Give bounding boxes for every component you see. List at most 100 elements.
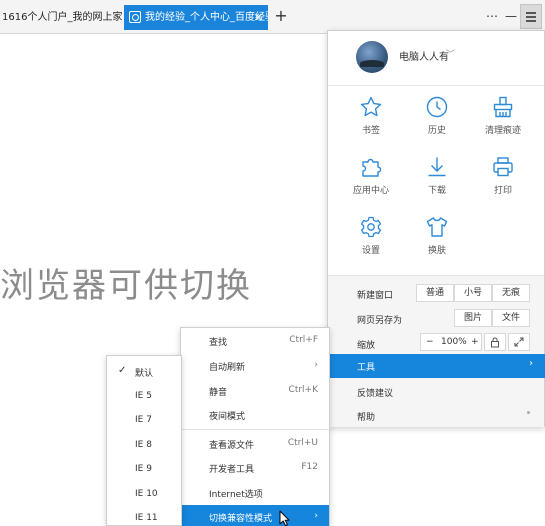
mouse-cursor-icon — [279, 510, 290, 526]
compat-ie7-label: IE 7 — [135, 415, 152, 425]
feedback-menu-item[interactable]: 反馈建议 — [357, 386, 393, 399]
zoom-out-button[interactable]: − — [426, 334, 434, 350]
app-center-button[interactable]: 应用中心 — [341, 155, 401, 205]
compat-ie10-item[interactable]: IE 10 — [107, 483, 181, 507]
lock-icon — [491, 337, 499, 348]
zoom-label: 缩放 — [357, 341, 376, 351]
account-name[interactable]: 电脑人人有 — [399, 48, 449, 63]
dev-tools-menu-item[interactable]: 开发者工具 F12 — [181, 456, 329, 480]
find-label: 查找 — [209, 338, 228, 348]
settings-label: 设置 — [361, 246, 380, 256]
shirt-icon — [426, 217, 448, 237]
download-icon — [428, 157, 446, 177]
lock-zoom-button[interactable] — [484, 333, 506, 351]
dev-tools-label: 开发者工具 — [209, 465, 255, 475]
compat-ie10-label: IE 10 — [135, 489, 158, 499]
gear-icon — [360, 216, 382, 238]
chevron-right-icon: › — [529, 358, 533, 369]
expand-icon — [514, 337, 524, 347]
avatar[interactable] — [356, 41, 388, 73]
compat-default-item[interactable]: ✓ 默认 — [107, 360, 181, 384]
history-label: 历史 — [427, 126, 446, 136]
baidu-favicon-icon — [129, 11, 141, 23]
dot-icon — [527, 411, 530, 414]
bookmarks-button[interactable]: 书签 — [341, 95, 401, 145]
skin-label: 换肤 — [427, 246, 446, 256]
find-shortcut: Ctrl+F — [289, 335, 318, 345]
clear-traces-button[interactable]: 清理痕迹 — [473, 95, 533, 145]
compat-mode-label: 切换兼容性模式 — [209, 514, 273, 524]
tools-label: 工具 — [357, 363, 376, 373]
compat-ie9-item[interactable]: IE 9 — [107, 458, 181, 482]
clock-icon — [426, 96, 448, 118]
close-icon[interactable]: ✕ — [254, 5, 263, 30]
new-window-small-button[interactable]: 小号 — [454, 284, 492, 302]
puzzle-icon — [362, 158, 382, 177]
compat-default-label: 默认 — [135, 369, 154, 379]
new-window-label: 新建窗口 — [357, 291, 394, 301]
save-as-image-button[interactable]: 图片 — [454, 309, 492, 327]
zoom-in-button[interactable]: + — [471, 334, 479, 350]
settings-button[interactable]: 设置 — [341, 215, 401, 265]
tab-label: 我的经验_个人中心_百度经验 — [145, 12, 268, 23]
save-as-file-button[interactable]: 文件 — [492, 309, 530, 327]
compat-ie5-item[interactable]: IE 5 — [107, 385, 181, 409]
night-mode-label: 夜间模式 — [209, 412, 246, 422]
bookmarks-label: 书签 — [361, 126, 380, 136]
download-label: 下载 — [427, 186, 446, 196]
checkmark-icon: ✓ — [118, 365, 127, 376]
more-button[interactable]: ⋯ — [484, 7, 500, 25]
view-source-menu-item[interactable]: 查看源文件 Ctrl+U — [181, 432, 329, 456]
view-source-label: 查看源文件 — [209, 441, 255, 451]
compat-ie8-item[interactable]: IE 8 — [107, 434, 181, 458]
clear-traces-label: 清理痕迹 — [484, 126, 521, 136]
page-caption: 浏览器可供切换 — [0, 266, 252, 306]
fullscreen-button[interactable] — [508, 333, 530, 351]
divider — [328, 85, 544, 86]
star-icon — [360, 96, 382, 117]
history-button[interactable]: 历史 — [407, 95, 467, 145]
skin-button[interactable]: 换肤 — [407, 215, 467, 265]
compat-ie5-label: IE 5 — [135, 391, 152, 401]
compat-ie9-label: IE 9 — [135, 464, 152, 474]
help-menu-item[interactable]: 帮助 — [357, 410, 375, 423]
tools-menu-item[interactable]: 工具 › — [328, 354, 545, 378]
main-menu-button[interactable] — [520, 4, 542, 29]
minimize-button[interactable]: — — [504, 7, 518, 25]
tab-1616-portal[interactable]: 1616个人门户_我的网上家园 — [0, 5, 123, 30]
divider — [181, 429, 329, 430]
new-tab-button[interactable]: + — [272, 5, 290, 27]
print-button[interactable]: 打印 — [473, 155, 533, 205]
mute-label: 静音 — [209, 388, 228, 398]
chevron-right-icon: › — [314, 360, 318, 370]
mute-shortcut: Ctrl+K — [288, 385, 318, 395]
chevron-right-icon: › — [314, 511, 318, 521]
compat-ie8-label: IE 8 — [135, 440, 152, 450]
broom-icon — [493, 96, 513, 118]
dev-tools-shortcut: F12 — [301, 462, 318, 472]
download-button[interactable]: 下载 — [407, 155, 467, 205]
compat-ie11-label: IE 11 — [135, 513, 158, 523]
tab-baidu-jingyan[interactable]: 我的经验_个人中心_百度经验 ✕ — [124, 5, 268, 30]
zoom-value: 100% — [441, 337, 467, 347]
tools-submenu: 查找 Ctrl+F 自动刷新 › 静音 Ctrl+K 夜间模式 查看源文件 Ct… — [180, 327, 330, 526]
view-source-shortcut: Ctrl+U — [287, 438, 318, 448]
browser-main-menu: 电脑人人有 ﹀ 书签 历史 清理痕迹 应用中心 下载 打印 设置 换肤 新建窗口… — [327, 30, 545, 427]
compat-ie7-item[interactable]: IE 7 — [107, 409, 181, 433]
chevron-down-icon[interactable]: ﹀ — [446, 47, 455, 60]
internet-options-label: Internet选项 — [209, 490, 263, 500]
auto-refresh-label: 自动刷新 — [209, 363, 246, 373]
night-mode-menu-item[interactable]: 夜间模式 — [181, 403, 329, 427]
hamburger-icon — [526, 12, 536, 14]
new-window-incognito-button[interactable]: 无痕 — [492, 284, 530, 302]
app-center-label: 应用中心 — [352, 186, 389, 196]
internet-options-menu-item[interactable]: Internet选项 — [181, 481, 329, 505]
new-window-normal-button[interactable]: 普通 — [416, 284, 454, 302]
hamburger-icon-line — [526, 20, 536, 22]
print-label: 打印 — [493, 186, 512, 196]
compat-mode-menu-item[interactable]: 切换兼容性模式 › — [181, 505, 329, 526]
mute-menu-item[interactable]: 静音 Ctrl+K — [181, 379, 329, 403]
find-menu-item[interactable]: 查找 Ctrl+F — [181, 329, 329, 353]
compat-ie11-item[interactable]: IE 11 — [107, 507, 181, 526]
auto-refresh-menu-item[interactable]: 自动刷新 › — [181, 354, 329, 378]
